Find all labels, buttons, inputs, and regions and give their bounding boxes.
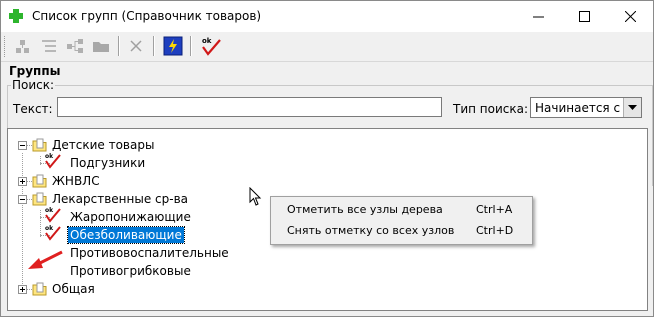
tree-line [40,210,41,237]
close-icon [624,11,636,22]
context-menu: Отметить все узлы дерева Ctrl+A Снять от… [270,196,533,245]
maximize-button[interactable] [561,1,607,32]
tree-node-label[interactable]: ЖНВЛС [50,173,102,189]
folder-button[interactable] [90,35,112,57]
menu-item-shortcut: Ctrl+D [476,224,514,237]
tree-collapse-toggle[interactable] [18,195,27,204]
tree-node-label[interactable]: Подгузники [68,155,147,171]
tree-node-label[interactable]: Противовоспалительные [68,245,231,261]
toolbar-separator [153,36,155,56]
dropdown-arrow-button[interactable] [623,98,641,117]
folder-icon [32,174,47,188]
menu-item-unmark-all[interactable]: Снять отметку со всех узлов Ctrl+D [271,221,530,241]
tree-node-label[interactable]: Жаропонижающие [68,209,193,225]
tree-node-label[interactable]: Детские товары [50,137,156,153]
search-type-label: Тип поиска: [453,102,529,116]
svg-text:ok: ok [202,37,212,45]
toolbar-separator [190,36,192,56]
edit-node-button[interactable] [38,35,60,57]
menu-item-mark-all[interactable]: Отметить все узлы дерева Ctrl+A [271,200,530,220]
delete-x-icon [130,40,142,52]
tree-collapse-toggle[interactable] [18,141,27,150]
add-node-button[interactable] [12,35,34,57]
lightning-icon [163,36,183,56]
tree-node-label[interactable]: Общая [50,281,97,297]
maximize-icon [578,11,590,22]
ok-check-icon: ok [202,37,221,56]
delete-button[interactable] [125,35,147,57]
toolbar-separator [118,36,120,56]
tree-expand-toggle[interactable] [18,285,27,294]
green-plus-icon [9,9,23,23]
svg-text:ok: ok [45,207,54,214]
title-bar: Список групп (Справочник товаров) [1,1,653,32]
add-node-icon [16,40,29,53]
ok-check-icon: ok [45,225,61,241]
groups-title: Группы [9,64,61,78]
hierarchy-icon [67,39,83,53]
menu-item-label: Отметить все узлы дерева [287,203,443,216]
svg-text:ok: ok [45,153,54,160]
search-legend: Поиск: [11,78,56,92]
hierarchy-button[interactable] [64,35,86,57]
edit-node-icon [42,40,56,52]
tree-expand-toggle[interactable] [18,177,27,186]
menu-item-shortcut: Ctrl+A [476,203,513,216]
close-button[interactable] [607,1,653,32]
window-title: Список групп (Справочник товаров) [32,9,262,23]
tree-node-label-selected[interactable]: Обезболивающие [67,226,185,244]
folder-icon [32,192,47,206]
lightning-button[interactable] [162,35,184,57]
tree-line [22,153,23,286]
folder-icon [32,282,47,296]
red-arrow-annotation [28,250,63,269]
search-text-label: Текст: [13,102,53,116]
ok-check-icon: ok [45,153,61,169]
search-text-input[interactable] [57,97,442,117]
svg-text:ok: ok [45,225,54,232]
minimize-icon [532,16,544,18]
toolbar: ok [1,32,653,62]
minimize-button[interactable] [515,1,561,32]
ok-check-icon: ok [45,207,61,223]
folder-icon [32,138,47,152]
tree-node-label[interactable]: Противогрибковые [68,263,193,279]
chevron-down-icon [628,104,637,110]
search-type-value: Начинается с [535,101,621,115]
ok-check-button[interactable]: ok [200,35,222,57]
folder-icon [93,42,109,52]
mouse-cursor-icon [249,187,262,206]
search-type-select[interactable]: Начинается с [530,97,642,118]
tree-node-label[interactable]: Лекарственные ср-ва [50,191,190,207]
app-window: Список групп (Справочник товаров) ok Гру… [0,0,654,317]
menu-item-label: Снять отметку со всех узлов [287,224,455,237]
toolbar-grip[interactable] [4,36,8,57]
